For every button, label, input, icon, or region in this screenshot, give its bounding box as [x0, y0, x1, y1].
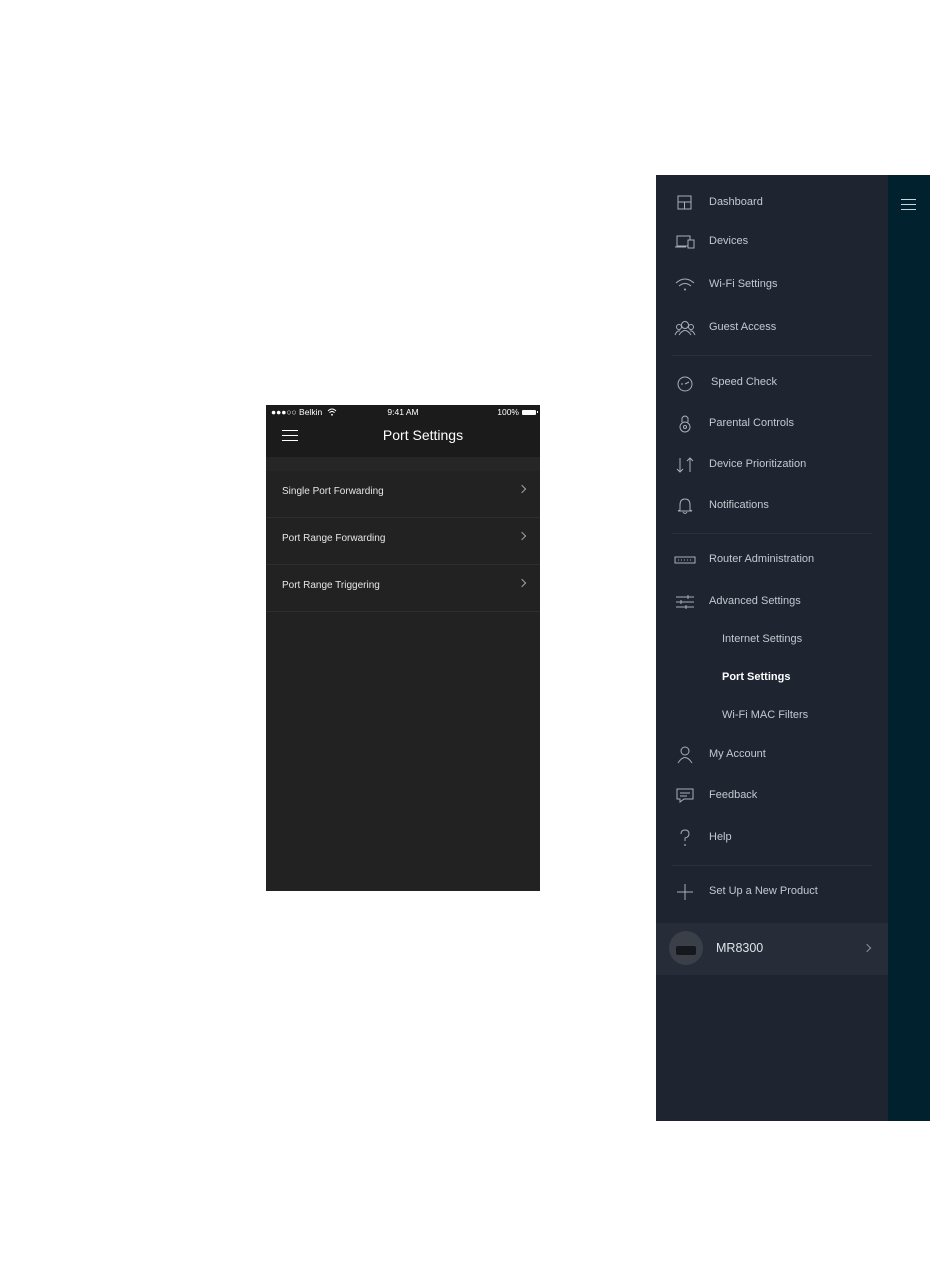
user-icon [674, 746, 696, 764]
chevron-right-icon [517, 484, 527, 494]
hamburger-icon[interactable] [282, 430, 298, 443]
nav-item-label: Devices [709, 235, 749, 247]
drawer-side-strip [888, 175, 930, 1121]
nav-item-help[interactable]: Help [656, 821, 888, 855]
router-icon [674, 551, 696, 569]
list-item-port-range-forwarding[interactable]: Port Range Forwarding [266, 518, 540, 565]
nav-item-devices[interactable]: Devices [656, 225, 888, 259]
list-item-label: Port Range Triggering [282, 580, 380, 591]
router-image [676, 946, 696, 955]
nav-item-advanced-settings[interactable]: Advanced Settings [656, 585, 888, 619]
nav-item-label: Guest Access [709, 321, 777, 333]
port-settings-list: Single Port Forwarding Port Range Forwar… [266, 471, 540, 612]
nav-item-parental-controls[interactable]: Parental Controls [656, 407, 888, 441]
wifi-icon [674, 276, 696, 294]
priority-arrows-icon [674, 456, 696, 474]
nav-item-guest-access[interactable]: Guest Access [656, 311, 888, 345]
guest-icon [674, 319, 696, 337]
feedback-icon [674, 787, 696, 805]
divider [672, 533, 872, 534]
device-name: MR8300 [716, 941, 764, 955]
bell-icon [674, 497, 696, 515]
nav-item-setup-new-product[interactable]: Set Up a New Product [656, 875, 888, 909]
header-spacer [266, 457, 540, 471]
nav-item-dashboard[interactable]: Dashboard [656, 186, 888, 220]
help-icon [674, 829, 696, 847]
nav-item-label: Help [709, 831, 732, 843]
device-row-mr8300[interactable]: MR8300 [656, 923, 888, 975]
chevron-right-icon [517, 578, 527, 588]
nav-item-label: Wi-Fi Settings [709, 278, 778, 290]
dashboard-icon [674, 194, 696, 212]
nav-subitem-internet-settings[interactable]: Internet Settings [722, 633, 802, 645]
hamburger-icon[interactable] [901, 199, 916, 210]
divider [672, 865, 872, 866]
nav-item-label: Dashboard [709, 196, 763, 208]
divider [672, 355, 872, 356]
lock-icon [674, 415, 696, 433]
phone-screen: ●●●○○ Belkin 9:41 AM 100% Port Settings … [266, 405, 540, 891]
list-item-single-port-forwarding[interactable]: Single Port Forwarding [266, 471, 540, 518]
nav-item-label: Advanced Settings [709, 595, 801, 607]
nav-item-device-prioritization[interactable]: Device Prioritization [656, 448, 888, 482]
nav-item-label: Parental Controls [709, 417, 794, 429]
speedometer-icon [674, 374, 696, 392]
navigation-drawer: Dashboard Devices Wi-Fi Settings Guest A… [656, 175, 888, 1121]
list-item-label: Single Port Forwarding [282, 486, 384, 497]
battery-icon [522, 409, 538, 415]
status-bar: ●●●○○ Belkin 9:41 AM 100% [266, 405, 540, 420]
nav-item-speed-check[interactable]: Speed Check [656, 366, 888, 400]
nav-subitem-wifi-mac-filters[interactable]: Wi-Fi MAC Filters [722, 709, 808, 721]
nav-item-label: Speed Check [711, 376, 778, 388]
list-item-port-range-triggering[interactable]: Port Range Triggering [266, 565, 540, 612]
nav-item-wifi-settings[interactable]: Wi-Fi Settings [656, 268, 888, 302]
nav-subitem-port-settings[interactable]: Port Settings [722, 671, 790, 683]
nav-item-label: Set Up a New Product [709, 885, 818, 897]
nav-item-notifications[interactable]: Notifications [656, 489, 888, 523]
nav-item-label: My Account [709, 748, 766, 760]
nav-item-router-administration[interactable]: Router Administration [656, 543, 888, 577]
page-title: Port Settings [382, 427, 464, 443]
router-avatar [669, 931, 703, 965]
nav-item-my-account[interactable]: My Account [656, 738, 888, 772]
list-item-label: Port Range Forwarding [282, 533, 386, 544]
app-header: Port Settings [266, 420, 540, 457]
status-battery: 100% [497, 407, 538, 417]
devices-icon [674, 233, 696, 251]
plus-icon [674, 883, 696, 901]
chevron-right-icon [862, 943, 872, 953]
nav-item-label: Router Administration [709, 553, 815, 565]
sliders-icon [674, 593, 696, 611]
nav-item-label: Feedback [709, 789, 758, 801]
nav-item-label: Device Prioritization [709, 458, 807, 470]
nav-item-label: Notifications [709, 499, 769, 511]
nav-item-feedback[interactable]: Feedback [656, 779, 888, 813]
chevron-right-icon [517, 531, 527, 541]
